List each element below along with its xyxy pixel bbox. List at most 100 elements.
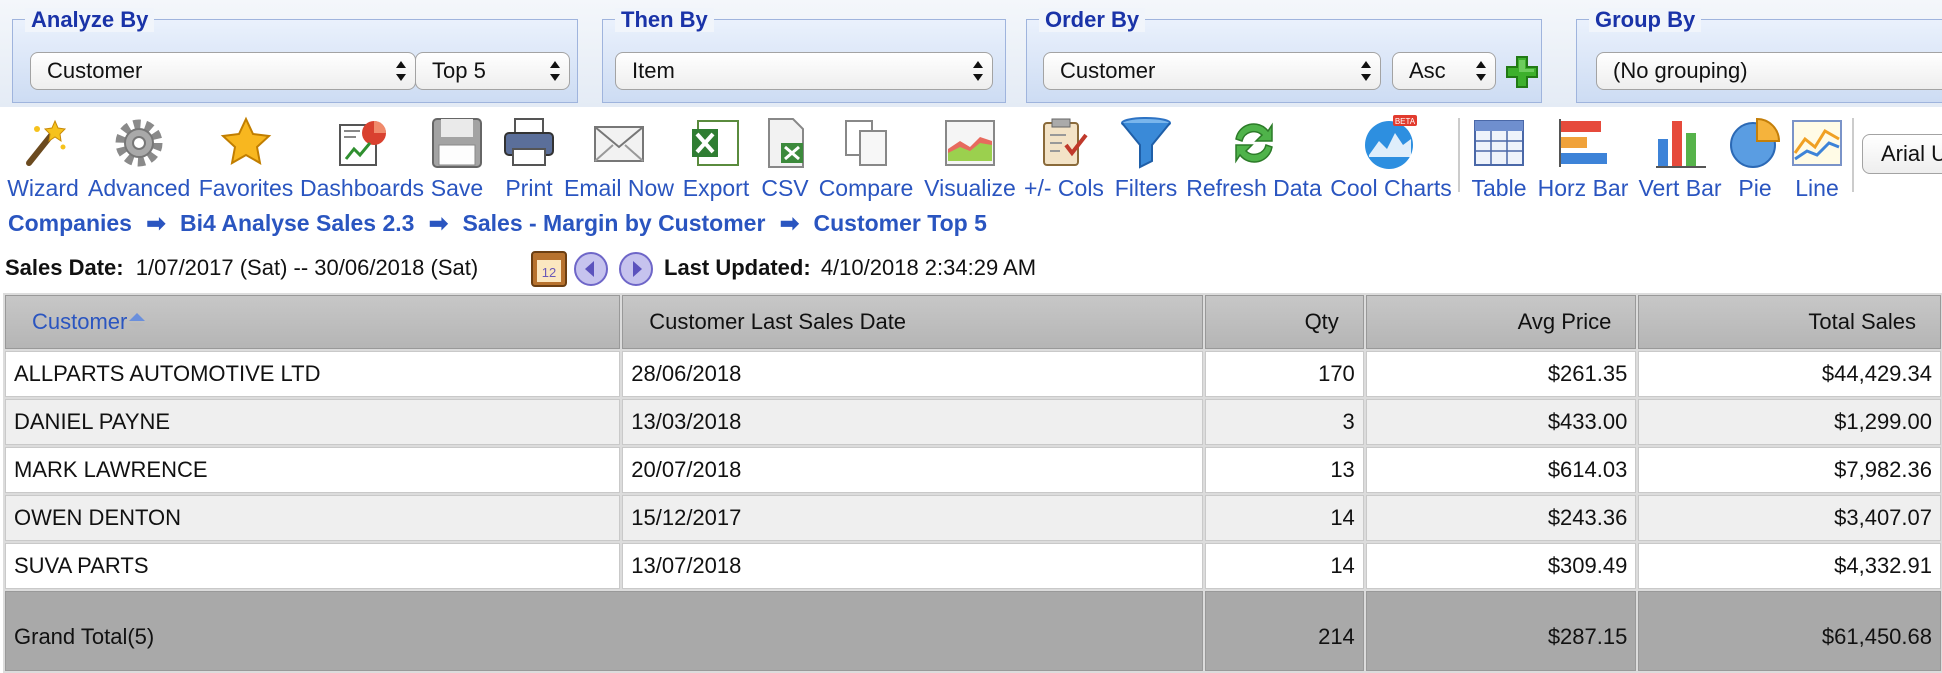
select-arrows-icon (1361, 60, 1371, 82)
grand-total-qty: 214 (1205, 591, 1364, 671)
cell-total-sales: $44,429.34 (1638, 351, 1941, 397)
toolbar-divider (1852, 118, 1854, 192)
csv-button[interactable]: CSV (756, 115, 814, 203)
export-button[interactable]: Export (680, 115, 752, 203)
then-by-select[interactable]: Item (615, 52, 993, 90)
pie-label: Pie (1738, 175, 1772, 201)
col-header-avg-price[interactable]: Avg Price (1365, 295, 1637, 349)
cell-qty: 170 (1205, 351, 1364, 397)
table-row[interactable]: DANIEL PAYNE 13/03/2018 3 $433.00 $1,299… (5, 399, 1941, 445)
cell-last-date: 15/12/2017 (622, 495, 1204, 541)
table-row[interactable]: MARK LAWRENCE 20/07/2018 13 $614.03 $7,9… (5, 447, 1941, 493)
breadcrumb: Companies ➡ Bi4 Analyse Sales 2.3 ➡ Sale… (8, 210, 987, 240)
order-by-select[interactable]: Customer (1043, 52, 1381, 90)
envelope-icon (594, 126, 644, 162)
export-label: Export (682, 175, 750, 201)
cell-last-date: 13/03/2018 (622, 399, 1204, 445)
email-now-button[interactable]: Email Now (562, 115, 676, 203)
group-by-value: (No grouping) (1613, 58, 1748, 83)
compare-label: Compare (818, 175, 914, 201)
cols-button[interactable]: +/- Cols (1022, 115, 1106, 203)
breadcrumb-analyse-sales[interactable]: Bi4 Analyse Sales 2.3 (180, 210, 414, 237)
grand-total-label: Grand Total(5) (5, 591, 1204, 671)
table-header-row: Customer Customer Last Sales Date Qty Av… (5, 295, 1941, 349)
cell-total-sales: $7,982.36 (1638, 447, 1941, 493)
favorites-button[interactable]: Favorites (198, 115, 294, 203)
wizard-button[interactable]: Wizard (4, 115, 82, 203)
previous-period-icon[interactable] (573, 251, 609, 287)
save-button[interactable]: Save (428, 115, 486, 203)
col-header-total-sales[interactable]: Total Sales (1638, 295, 1941, 349)
order-direction-value: Asc (1409, 58, 1446, 83)
magic-wand-icon (26, 119, 67, 166)
group-by-select[interactable]: (No grouping) (1596, 52, 1942, 90)
horz-bar-button[interactable]: Horz Bar (1536, 115, 1630, 203)
pie-chart-icon (1730, 117, 1781, 168)
vert-bar-label: Vert Bar (1638, 175, 1722, 201)
table-view-button[interactable]: Table (1466, 115, 1532, 203)
order-by-group: Order By Customer Asc (1026, 8, 1542, 103)
favorites-label: Favorites (198, 175, 294, 201)
horizontal-bar-chart-icon (1559, 119, 1607, 167)
table-view-label: Table (1471, 175, 1527, 201)
grand-total-sales: $61,450.68 (1638, 591, 1941, 671)
breadcrumb-margin-by-customer[interactable]: Sales - Margin by Customer (463, 210, 766, 237)
dashboards-label: Dashboards (300, 175, 425, 201)
sales-date-range: 1/07/2017 (Sat) -- 30/06/2018 (Sat) (135, 255, 479, 280)
area-chart-icon (945, 120, 995, 166)
grand-total-avg-price: $287.15 (1365, 591, 1637, 671)
cell-customer[interactable]: SUVA PARTS (5, 543, 621, 589)
select-arrows-icon (973, 60, 983, 82)
cell-last-date: 28/06/2018 (622, 351, 1204, 397)
calendar-icon[interactable]: 12 (531, 251, 567, 287)
star-icon (220, 116, 272, 165)
next-period-icon[interactable] (618, 251, 654, 287)
gear-icon (115, 119, 163, 167)
select-arrows-icon (396, 60, 406, 82)
cell-qty: 14 (1205, 543, 1364, 589)
advanced-button[interactable]: Advanced (88, 115, 190, 203)
cell-customer[interactable]: MARK LAWRENCE (5, 447, 621, 493)
cell-qty: 3 (1205, 399, 1364, 445)
email-now-label: Email Now (564, 175, 674, 201)
line-button[interactable]: Line (1786, 115, 1848, 203)
refresh-data-button[interactable]: Refresh Data (1184, 115, 1324, 203)
font-select[interactable]: Arial U (1862, 134, 1942, 174)
vert-bar-button[interactable]: Vert Bar (1636, 115, 1724, 203)
cool-charts-button[interactable]: BETA Cool Charts (1326, 115, 1456, 203)
add-order-icon[interactable] (1505, 55, 1539, 89)
table-row[interactable]: ALLPARTS AUTOMOTIVE LTD 28/06/2018 170 $… (5, 351, 1941, 397)
customer-sort-link[interactable]: Customer (32, 309, 127, 334)
table-row[interactable]: OWEN DENTON 15/12/2017 14 $243.36 $3,407… (5, 495, 1941, 541)
breadcrumb-companies[interactable]: Companies (8, 210, 132, 237)
csv-label: CSV (761, 175, 809, 201)
analyze-by-group: Analyze By Customer Top 5 (12, 8, 578, 103)
table-icon (1474, 120, 1524, 166)
order-by-value: Customer (1060, 58, 1156, 83)
col-header-qty[interactable]: Qty (1205, 295, 1364, 349)
compare-button[interactable]: Compare (818, 115, 914, 203)
visualize-button[interactable]: Visualize (918, 115, 1022, 203)
advanced-label: Advanced (88, 175, 191, 201)
cell-last-date: 20/07/2018 (622, 447, 1204, 493)
compare-documents-icon (845, 120, 887, 166)
cell-qty: 14 (1205, 495, 1364, 541)
cell-total-sales: $4,332.91 (1638, 543, 1941, 589)
cell-customer[interactable]: ALLPARTS AUTOMOTIVE LTD (5, 351, 621, 397)
breadcrumb-customer-top5[interactable]: Customer Top 5 (814, 210, 987, 237)
col-header-customer[interactable]: Customer (5, 295, 621, 349)
table-row[interactable]: SUVA PARTS 13/07/2018 14 $309.49 $4,332.… (5, 543, 1941, 589)
top-n-select[interactable]: Top 5 (415, 52, 570, 90)
print-button[interactable]: Print (500, 115, 558, 203)
csv-file-icon (768, 118, 804, 168)
pie-button[interactable]: Pie (1726, 115, 1784, 203)
cell-customer[interactable]: OWEN DENTON (5, 495, 621, 541)
dashboards-button[interactable]: Dashboards (300, 115, 424, 203)
order-direction-select[interactable]: Asc (1392, 52, 1496, 90)
col-header-last-sales-date[interactable]: Customer Last Sales Date (622, 295, 1204, 349)
cell-customer[interactable]: DANIEL PAYNE (5, 399, 621, 445)
printer-icon (504, 118, 554, 166)
analyze-by-legend: Analyze By (25, 8, 155, 32)
filters-button[interactable]: Filters (1112, 115, 1180, 203)
analyze-by-select[interactable]: Customer (30, 52, 416, 90)
